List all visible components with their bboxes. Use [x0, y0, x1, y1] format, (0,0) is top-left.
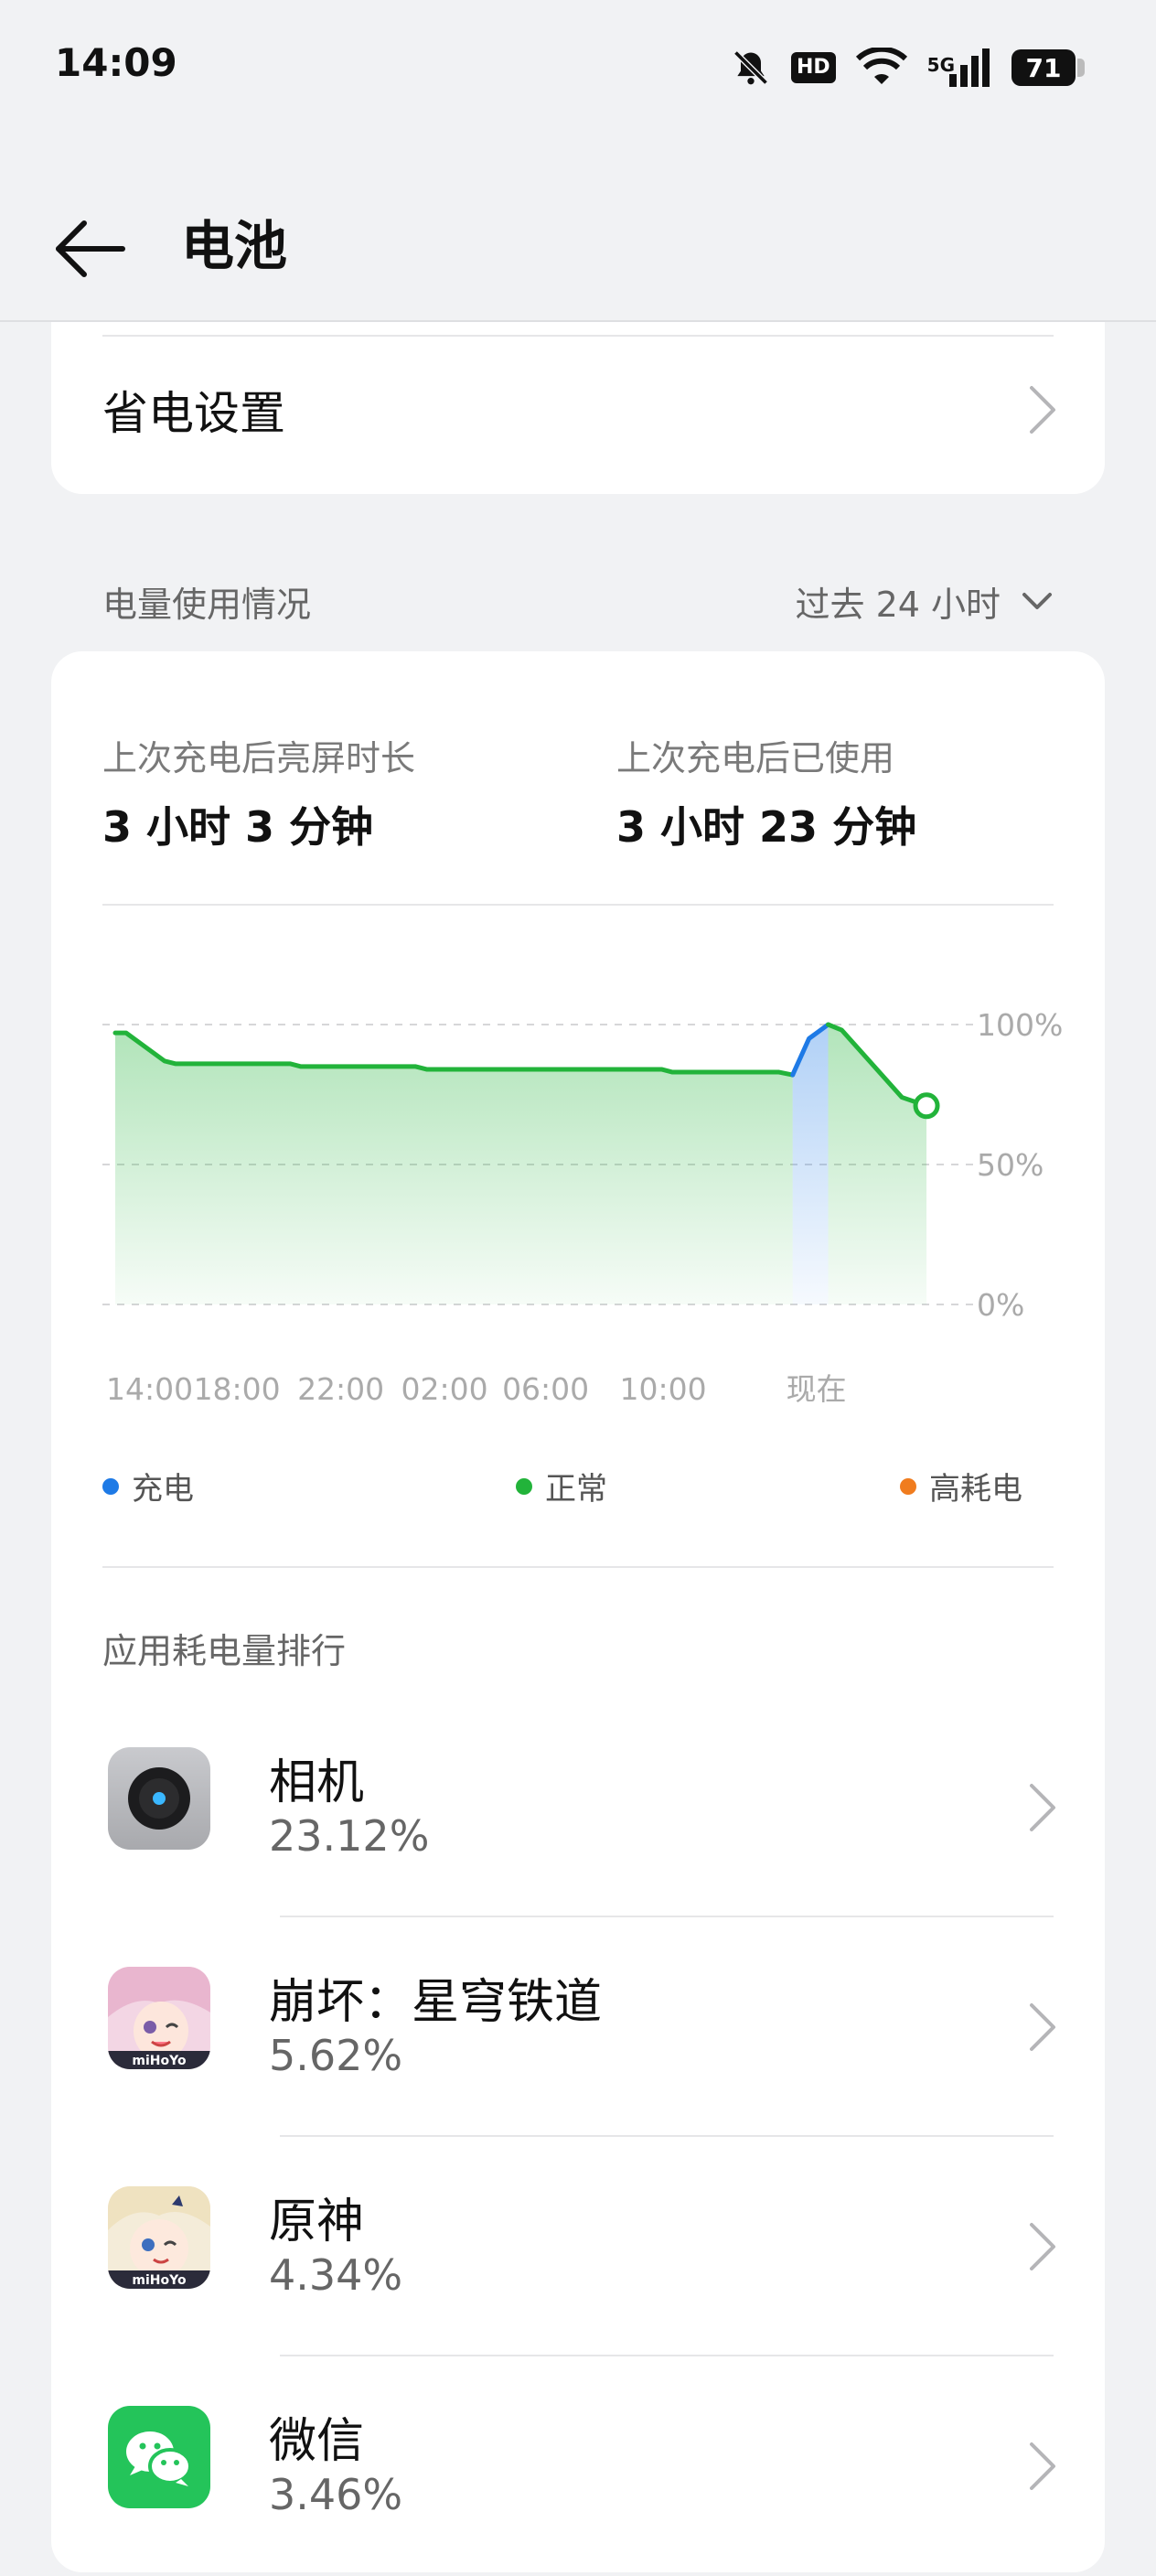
honkai-star-rail-icon: miHoYo [108, 1967, 210, 2069]
ranking-title: 应用耗电量排行 [102, 1631, 347, 1671]
usage-section-title: 电量使用情况 [102, 585, 312, 625]
legend-label-high-drain: 高耗电 [929, 1471, 1022, 1508]
legend-dot-charging [102, 1477, 119, 1495]
svg-text:miHoYo: miHoYo [132, 2054, 187, 2068]
battery-icon: 71 [1012, 49, 1085, 86]
battery-level: 71 [1025, 52, 1062, 83]
x-tick-label: 14:00 [106, 1371, 193, 1407]
divider [102, 904, 1054, 906]
chevron-right-icon [1030, 386, 1055, 434]
chevron-right-icon [1030, 2223, 1055, 2270]
y-tick-label: 100% [977, 1007, 1063, 1043]
status-icons: HD 5G 71 [731, 40, 1085, 95]
legend-label-charging: 充电 [132, 1471, 194, 1508]
app-row-honkai-star-rail[interactable]: miHoYo 崩坏：星穹铁道 5.62% [51, 1917, 1105, 2137]
divider [102, 335, 1054, 337]
back-arrow-icon[interactable] [53, 210, 130, 287]
used-time-value: 3 小时 23 分钟 [616, 802, 917, 852]
app-row-wechat[interactable]: 微信 3.46% [51, 2356, 1105, 2576]
app-name: 原神 [269, 2195, 365, 2249]
x-tick-label: 22:00 [297, 1371, 384, 1407]
screen-time-value: 3 小时 3 分钟 [102, 802, 374, 852]
app-name: 微信 [269, 2414, 365, 2469]
chevron-down-icon [1022, 592, 1052, 609]
wifi-icon [855, 48, 907, 84]
chevron-right-icon [1030, 2442, 1055, 2490]
legend-label-normal: 正常 [545, 1471, 607, 1508]
page-title: 电池 [181, 215, 288, 277]
x-tick-label: 10:00 [619, 1371, 706, 1407]
wechat-icon [108, 2406, 210, 2508]
app-name: 崩坏：星穹铁道 [269, 1975, 603, 2030]
legend-normal: 正常 [516, 1464, 607, 1508]
camera-icon [108, 1747, 210, 1850]
app-row-camera[interactable]: 相机 23.12% [51, 1698, 1105, 1917]
chevron-right-icon [1030, 2003, 1055, 2051]
genshin-impact-icon: miHoYo [108, 2186, 210, 2289]
used-time-label: 上次充电后已使用 [616, 738, 895, 778]
legend-dot-high-drain [900, 1477, 916, 1495]
x-tick-label: 02:00 [401, 1371, 488, 1407]
app-percent: 4.34% [269, 2250, 403, 2300]
power-saving-label: 省电设置 [102, 387, 285, 440]
legend-charging: 充电 [102, 1464, 194, 1508]
app-bar [0, 137, 1156, 322]
time-range-label: 过去 24 小时 [795, 585, 1001, 625]
app-percent: 23.12% [269, 1811, 430, 1861]
current-level-marker [913, 1092, 940, 1120]
legend-dot-normal [516, 1477, 532, 1495]
usage-section-header: 电量使用情况 过去 24 小时 [102, 576, 1054, 631]
power-saving-row[interactable]: 省电设置 [51, 322, 1105, 494]
legend-high-drain: 高耗电 [900, 1464, 1022, 1508]
hd-icon: HD [790, 52, 836, 83]
app-percent: 5.62% [269, 2031, 403, 2080]
chevron-right-icon [1030, 1784, 1055, 1831]
y-tick-label: 50% [977, 1147, 1044, 1183]
status-bar: 14:09 HD 5G 71 [0, 0, 1156, 137]
screen-time-label: 上次充电后亮屏时长 [102, 738, 416, 778]
time-range-dropdown[interactable]: 过去 24 小时 [795, 576, 1054, 627]
status-time: 14:09 [55, 40, 177, 85]
app-name: 相机 [269, 1755, 365, 1810]
app-row-genshin-impact[interactable]: miHoYo 原神 4.34% [51, 2137, 1105, 2356]
y-tick-label: 0% [977, 1287, 1024, 1323]
app-percent: 3.46% [269, 2470, 403, 2519]
x-tick-label: 现在 [787, 1371, 847, 1407]
battery-level-chart: 100% 50% 0% 14:00 18:00 22:00 02:00 06:00 10:00 现… [102, 1007, 1063, 1407]
svg-text:miHoYo: miHoYo [132, 2273, 187, 2288]
x-tick-label: 18:00 [194, 1371, 281, 1407]
x-tick-label: 06:00 [502, 1371, 589, 1407]
mute-bell-icon [733, 50, 768, 85]
5g-signal-icon: 5G [927, 48, 991, 87]
divider [102, 1566, 1054, 1568]
